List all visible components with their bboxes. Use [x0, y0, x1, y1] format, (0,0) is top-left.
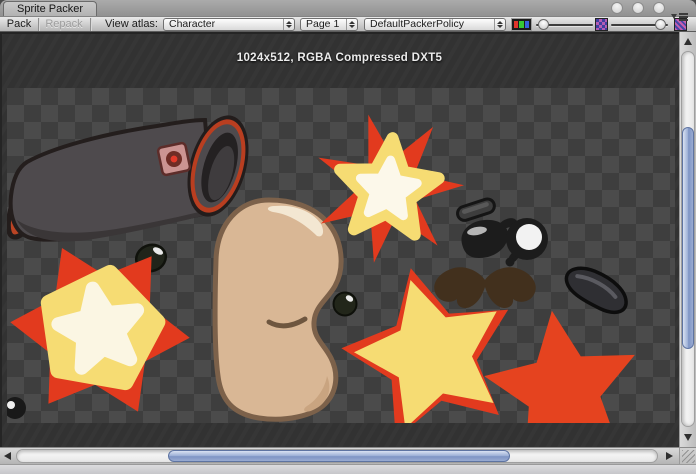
scroll-right-icon[interactable] [666, 452, 673, 460]
slider-knob[interactable] [655, 19, 666, 30]
atlas-preview-canvas[interactable]: 1024x512, RGBA Compressed DXT5 [0, 32, 679, 447]
blue-channel-icon [525, 21, 529, 28]
separator [90, 18, 91, 31]
tiny-eye-sprite [7, 397, 26, 419]
resize-grip-icon[interactable] [682, 450, 695, 463]
vertical-scroll-thumb[interactable] [682, 127, 694, 349]
green-channel-icon [519, 21, 523, 28]
scroll-up-icon[interactable] [684, 38, 692, 45]
jellybean-sprite [561, 265, 632, 316]
page-dropdown-value: Page 1 [301, 19, 346, 30]
chevron-down-icon [671, 14, 677, 19]
horizontal-scroll-thumb[interactable] [168, 450, 510, 462]
page-dropdown[interactable]: Page 1 [300, 18, 358, 31]
dropdown-arrows-icon [494, 19, 505, 30]
window-button[interactable] [632, 2, 644, 14]
window-button[interactable] [611, 2, 623, 14]
dropdown-arrows-icon [346, 19, 357, 30]
mustache-sprite [434, 267, 535, 308]
tab-sprite-packer[interactable]: Sprite Packer [3, 1, 97, 16]
horizontal-scrollbar[interactable] [0, 447, 679, 464]
bean-character-sprite [215, 200, 341, 419]
separator [38, 18, 39, 31]
red-star-sprite [484, 311, 635, 423]
scroll-down-icon[interactable] [684, 434, 692, 441]
cannon-sprite [7, 108, 259, 242]
policy-dropdown-value: DefaultPackerPolicy [365, 19, 494, 30]
tab-title: Sprite Packer [17, 3, 83, 15]
starburst-large-sprite [10, 248, 189, 412]
sprite-sheet [7, 88, 675, 423]
pack-button[interactable]: Pack [2, 17, 36, 31]
dropdown-arrows-icon [283, 19, 294, 30]
atlas-dropdown-value: Character [164, 19, 283, 30]
slider-knob[interactable] [538, 19, 549, 30]
scroll-left-icon[interactable] [4, 452, 11, 460]
atlas-info-text: 1024x512, RGBA Compressed DXT5 [0, 52, 679, 64]
monocle-sprite [506, 218, 549, 267]
atlas-dropdown[interactable]: Character [163, 18, 295, 31]
horizontal-scroll-track[interactable] [16, 449, 658, 463]
hamburger-icon [679, 13, 688, 21]
policy-dropdown[interactable]: DefaultPackerPolicy [364, 18, 506, 31]
tab-bar: Sprite Packer [0, 0, 696, 16]
mip-level-slider[interactable] [536, 18, 593, 31]
toolbar: Pack Repack View atlas: Character Page 1… [0, 16, 696, 32]
scrollbar-corner [679, 447, 696, 464]
eyebrow-sprite [456, 197, 496, 222]
vertical-scroll-track[interactable] [681, 51, 695, 427]
rgb-channels-button[interactable] [511, 18, 532, 31]
atlas-texture[interactable] [7, 88, 675, 423]
vertical-scrollbar[interactable] [679, 32, 696, 447]
window-buttons [611, 2, 665, 14]
zoom-slider[interactable] [611, 18, 668, 31]
view-atlas-label: View atlas: [96, 17, 158, 31]
window-bottom-edge [0, 464, 696, 474]
bean-eye-sprite [334, 293, 357, 316]
window-button[interactable] [653, 2, 665, 14]
alpha-checker-icon [595, 18, 608, 31]
pane-menu-icon[interactable] [671, 13, 688, 21]
red-channel-icon [514, 21, 518, 28]
sprite-packer-window: Sprite Packer Pack Repack View atlas: Ch… [0, 0, 696, 474]
repack-button: Repack [40, 17, 88, 31]
cannon-badge [157, 142, 190, 175]
